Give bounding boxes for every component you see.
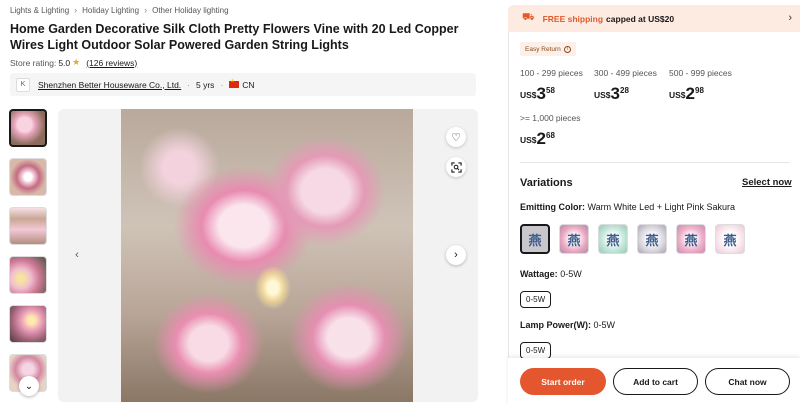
image-search-button[interactable]	[446, 157, 466, 177]
price-tier-value: US$ 3 58	[520, 85, 555, 102]
price-currency: US$	[669, 90, 686, 100]
shipping-cap-text: capped at US$20	[606, 13, 675, 24]
store-years: 5 yrs	[196, 79, 215, 90]
chevron-right-icon: ›	[74, 5, 78, 15]
truck-icon: ⛟	[522, 12, 535, 23]
lamp-power-label-text: Lamp Power(W):	[520, 320, 591, 330]
thumbnail-image[interactable]	[9, 109, 47, 147]
color-swatch[interactable]: 燕	[676, 224, 706, 254]
emitting-color-value: Warm White Led + Light Pink Sakura	[587, 202, 735, 212]
price-tier-value: US$ 2 98	[669, 85, 704, 102]
separator-dot: ·	[187, 79, 191, 90]
lamp-power-label: Lamp Power(W): 0-5W	[520, 320, 615, 330]
chat-now-button[interactable]: Chat now	[705, 368, 790, 395]
previous-image-button[interactable]: ‹	[67, 245, 87, 265]
add-to-cart-button[interactable]: Add to cart	[613, 368, 698, 395]
wattage-option-chip[interactable]: 0-5W	[520, 291, 552, 308]
china-flag-icon	[229, 78, 240, 88]
reviews-link[interactable]: (126 reviews)	[86, 58, 137, 68]
price-decimal: 98	[695, 86, 704, 95]
rating-label: Store rating:	[10, 57, 57, 68]
price-integer: 3	[610, 84, 621, 103]
free-shipping-text: FREE shipping	[542, 13, 604, 24]
price-tier-range: 500 - 999 pieces	[669, 68, 732, 78]
thumbnail-image[interactable]	[9, 256, 47, 294]
emitting-color-label: Emitting Color: Warm White Led + Light P…	[520, 202, 735, 212]
emitting-color-label-text: Emitting Color:	[520, 202, 585, 212]
color-swatch[interactable]: 燕	[559, 224, 589, 254]
price-tier-range: 100 - 299 pieces	[520, 68, 583, 78]
price-integer: 3	[536, 84, 547, 103]
breadcrumb-item-other[interactable]: Other Holiday lighting	[152, 6, 228, 15]
store-info-bar: K Shenzhen Better Houseware Co., Ltd. · …	[10, 73, 476, 96]
product-photo	[121, 109, 413, 402]
price-currency: US$	[520, 135, 537, 145]
price-integer: 2	[536, 129, 547, 148]
favorite-button[interactable]: ♡	[446, 127, 466, 147]
easy-return-badge[interactable]: Easy Return i	[520, 42, 576, 56]
breadcrumb: Lights & Lighting › Holiday Lighting › O…	[10, 5, 229, 15]
store-country: CN	[242, 79, 255, 90]
image-search-icon	[450, 161, 462, 173]
rating-value: 5.0	[58, 57, 71, 68]
thumbnails-scroll-down-button[interactable]: ⌄	[19, 376, 39, 396]
store-name-link[interactable]: Shenzhen Better Houseware Co., Ltd.	[38, 80, 181, 90]
chevron-right-icon: ›	[144, 5, 148, 15]
separator-dot: ·	[220, 79, 224, 90]
easy-return-text: Easy Return	[525, 45, 561, 53]
price-integer: 2	[685, 84, 696, 103]
breadcrumb-item-holiday[interactable]: Holiday Lighting	[82, 6, 139, 15]
product-title: Home Garden Decorative Silk Cloth Pretty…	[10, 22, 459, 52]
select-now-link[interactable]: Select now	[742, 177, 792, 188]
chevron-right-icon: ›	[454, 249, 458, 261]
heart-icon: ♡	[451, 131, 461, 144]
chevron-left-icon: ‹	[75, 249, 79, 261]
price-tier-range: >= 1,000 pieces	[520, 113, 581, 123]
wattage-label-text: Wattage:	[520, 269, 558, 279]
lamp-power-option-chip[interactable]: 0-5W	[520, 342, 552, 359]
color-swatch[interactable]: 燕	[637, 224, 667, 254]
price-currency: US$	[594, 90, 611, 100]
price-decimal: 58	[546, 86, 555, 95]
color-swatch[interactable]: 燕	[520, 224, 550, 254]
store-logo: K	[16, 77, 30, 92]
next-image-button[interactable]: ›	[446, 245, 466, 265]
chevron-down-icon: ⌄	[24, 380, 34, 392]
color-swatch[interactable]: 燕	[598, 224, 628, 254]
start-order-button[interactable]: Start order	[520, 368, 606, 395]
wattage-value: 0-5W	[560, 269, 582, 279]
breadcrumb-item-lights[interactable]: Lights & Lighting	[10, 6, 69, 15]
variations-title: Variations	[520, 177, 573, 189]
store-rating: Store rating: 5.0 ★ (126 reviews)	[10, 57, 137, 68]
chevron-right-icon: ›	[788, 12, 792, 24]
color-swatch[interactable]: 燕	[715, 224, 745, 254]
shipping-banner[interactable]: ⛟ FREE shipping capped at US$20 ›	[508, 5, 800, 32]
star-icon: ★	[72, 57, 81, 67]
price-tier-range: 300 - 499 pieces	[594, 68, 657, 78]
thumbnail-list	[9, 109, 47, 403]
info-icon: i	[563, 45, 571, 53]
wattage-label: Wattage: 0-5W	[520, 269, 582, 279]
price-tier-value: US$ 2 68	[520, 130, 555, 147]
lamp-power-value: 0-5W	[593, 320, 616, 330]
thumbnail-image[interactable]	[9, 158, 47, 196]
main-product-image	[58, 109, 478, 402]
divider	[520, 162, 790, 163]
thumbnail-image[interactable]	[9, 305, 47, 343]
thumbnail-image[interactable]	[9, 207, 47, 245]
price-currency: US$	[520, 90, 537, 100]
price-decimal: 68	[546, 131, 555, 140]
price-decimal: 28	[620, 86, 629, 95]
price-tier-value: US$ 3 28	[594, 85, 629, 102]
